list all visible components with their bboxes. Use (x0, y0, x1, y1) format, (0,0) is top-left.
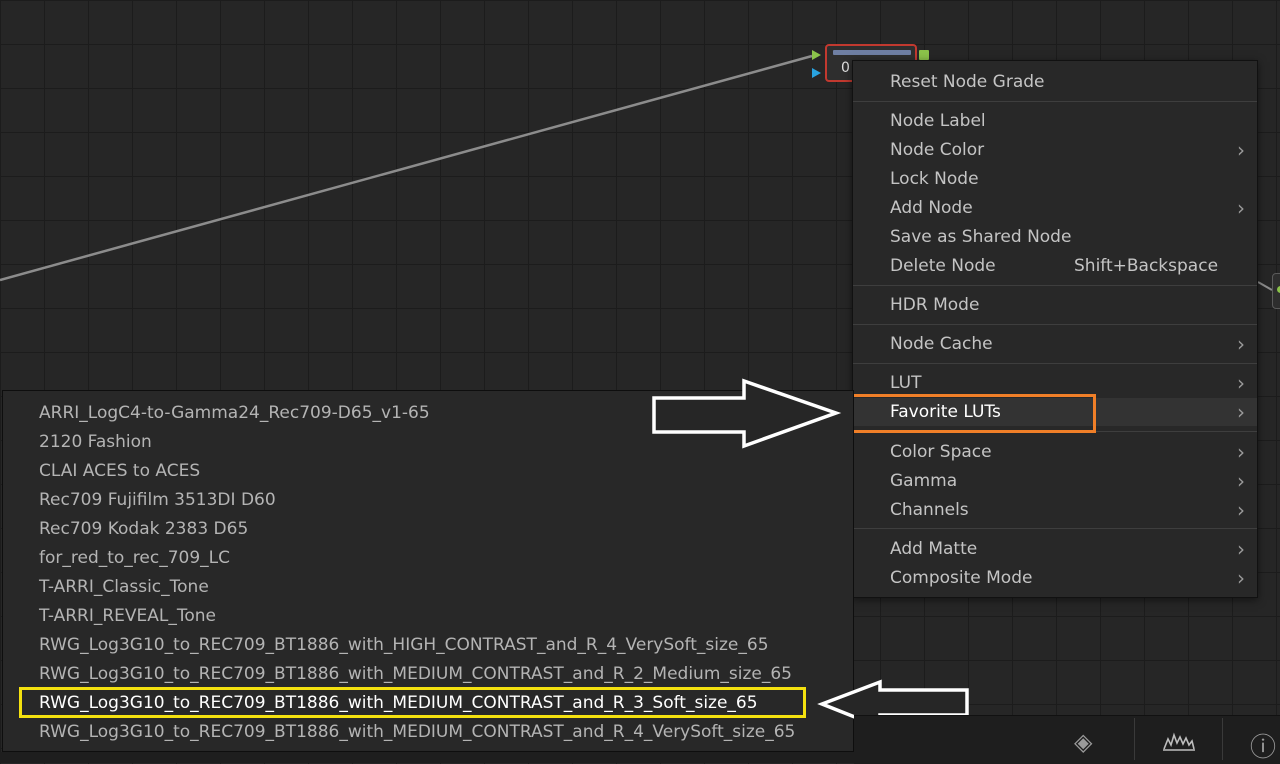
node-input-key[interactable] (812, 68, 821, 78)
chevron-right-icon: › (1237, 196, 1245, 220)
menu-item-reset-node-grade[interactable]: Reset Node Grade (853, 68, 1257, 96)
lut-item[interactable]: Rec709 Kodak 2383 D65 (39, 515, 248, 543)
menu-item-node-cache[interactable]: Node Cache › (853, 330, 1257, 358)
chevron-right-icon: › (1237, 498, 1245, 522)
lut-item[interactable]: ARRI_LogC4-to-Gamma24_Rec709-D65_v1-65 (39, 399, 430, 427)
chevron-right-icon: › (1237, 400, 1245, 424)
menu-item-label: Lock Node (890, 169, 979, 189)
menu-item-label: Add Matte (890, 539, 978, 559)
menu-item-channels[interactable]: Channels › (853, 496, 1257, 524)
menu-item-label: Node Cache (890, 334, 993, 354)
menu-item-label: Add Node (890, 198, 973, 218)
menu-item-label: Reset Node Grade (890, 72, 1045, 92)
toolbar-divider (1222, 718, 1223, 760)
menu-item-label: Node Color (890, 140, 985, 160)
menu-item-composite-mode[interactable]: Composite Mode › (853, 564, 1257, 592)
chevron-right-icon: › (1237, 440, 1245, 464)
keyframes-icon[interactable]: ◈ (1074, 728, 1092, 756)
lut-item[interactable]: 2120 Fashion (39, 428, 152, 456)
lut-item[interactable]: T-ARRI_REVEAL_Tone (39, 602, 216, 630)
node-context-menu: Reset Node Grade Node Label Node Color › … (852, 60, 1258, 598)
menu-item-label: Color Space (890, 442, 992, 462)
menu-item-node-color[interactable]: Node Color › (853, 136, 1257, 164)
lut-item[interactable]: CLAI ACES to ACES (39, 457, 200, 485)
bottom-toolbar (854, 715, 1280, 764)
menu-item-hdr-mode[interactable]: HDR Mode (853, 291, 1257, 319)
lut-item[interactable]: for_red_to_rec_709_LC (39, 544, 230, 572)
node-output-rgb[interactable] (919, 50, 929, 60)
menu-item-label: Delete Node (890, 256, 996, 276)
menu-item-label: Composite Mode (890, 568, 1033, 588)
menu-item-label: LUT (890, 373, 922, 393)
menu-item-label: Channels (890, 500, 969, 520)
menu-item-lut[interactable]: LUT › (853, 369, 1257, 397)
menu-item-label: Gamma (890, 471, 958, 491)
menu-item-delete-node[interactable]: Delete Node Shift+Backspace (853, 252, 1257, 280)
menu-separator (853, 285, 1257, 286)
menu-item-label: Node Label (890, 111, 986, 131)
menu-separator (853, 101, 1257, 102)
info-icon[interactable]: ⓘ (1250, 727, 1276, 764)
chevron-right-icon: › (1237, 332, 1245, 356)
lut-item[interactable]: T-ARRI_Classic_Tone (39, 573, 209, 601)
connection-line-input (0, 54, 813, 282)
chevron-right-icon: › (1237, 537, 1245, 561)
menu-item-lock-node[interactable]: Lock Node (853, 165, 1257, 193)
menu-item-color-space[interactable]: Color Space › (853, 438, 1257, 466)
chevron-right-icon: › (1237, 566, 1245, 590)
connection-line-output (1257, 281, 1273, 291)
menu-item-add-matte[interactable]: Add Matte › (853, 535, 1257, 563)
selected-lut-highlight-box (19, 687, 806, 718)
node-input-rgb[interactable] (812, 50, 821, 60)
bottom-panel-strip (0, 752, 854, 763)
menu-item-gamma[interactable]: Gamma › (853, 467, 1257, 495)
menu-separator (853, 363, 1257, 364)
menu-item-save-as-shared-node[interactable]: Save as Shared Node (853, 223, 1257, 251)
menu-item-label: HDR Mode (890, 295, 980, 315)
menu-item-label: Save as Shared Node (890, 227, 1072, 247)
chevron-right-icon: › (1237, 138, 1245, 162)
lut-item[interactable]: RWG_Log3G10_to_REC709_BT1886_with_HIGH_C… (39, 631, 769, 659)
toolbar-divider (1134, 718, 1135, 760)
scope-icon[interactable] (1162, 729, 1196, 753)
lut-item[interactable]: Rec709 Fujifilm 3513DI D60 (39, 486, 276, 514)
menu-separator (853, 528, 1257, 529)
chevron-right-icon: › (1237, 371, 1245, 395)
output-node[interactable] (1272, 273, 1280, 309)
menu-item-shortcut: Shift+Backspace (1074, 256, 1219, 276)
favorite-luts-highlight-box (845, 394, 1096, 433)
lut-item[interactable]: RWG_Log3G10_to_REC709_BT1886_with_MEDIUM… (39, 718, 795, 746)
menu-item-add-node[interactable]: Add Node › (853, 194, 1257, 222)
lut-item[interactable]: RWG_Log3G10_to_REC709_BT1886_with_MEDIUM… (39, 660, 792, 688)
chevron-right-icon: › (1237, 469, 1245, 493)
node-number: 0 (841, 60, 850, 76)
node-thumbnail (833, 50, 911, 55)
menu-item-node-label[interactable]: Node Label (853, 107, 1257, 135)
menu-separator (853, 324, 1257, 325)
